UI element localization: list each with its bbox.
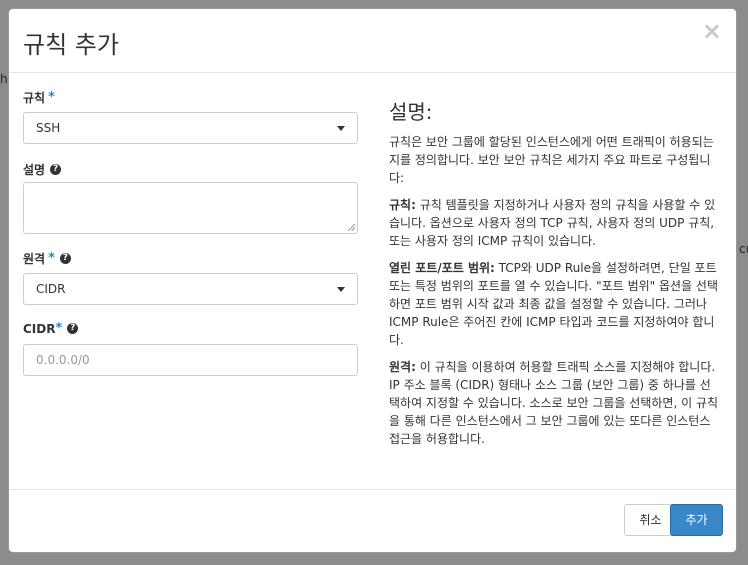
remote-select-value: CIDR	[36, 282, 66, 296]
modal-footer: 취소 추가	[9, 489, 736, 552]
description-label: 설명	[23, 163, 46, 177]
remote-select[interactable]: CIDR	[23, 273, 358, 305]
help-panel: 설명: 규칙은 보안 그룹에 할당된 인스턴스에게 어떤 트래픽이 허용되는지를…	[389, 100, 719, 457]
help-icon[interactable]: ?	[59, 253, 71, 264]
help-rule-paragraph: 규칙: 규칙 템플릿을 지정하거나 사용자 정의 규칙을 사용할 수 있습니다.…	[389, 198, 716, 248]
help-icon[interactable]: ?	[67, 323, 79, 334]
remote-label: 원격	[23, 252, 46, 266]
cidr-field: CIDR * ? 0.0.0.0/0	[23, 321, 358, 376]
help-title: 설명:	[389, 100, 433, 124]
resize-handle-icon[interactable]	[348, 224, 355, 231]
description-textarea[interactable]	[23, 182, 358, 234]
modal-header: 규칙 추가 ×	[9, 9, 736, 73]
background-text-fragment: cu	[739, 242, 748, 256]
cidr-placeholder: 0.0.0.0/0	[36, 353, 90, 367]
description-field: 설명 ?	[23, 161, 358, 234]
remote-field: 원격 * ? CIDR	[23, 250, 358, 305]
cidr-input[interactable]: 0.0.0.0/0	[23, 344, 358, 376]
background-text-fragment: h	[0, 72, 8, 86]
required-marker: *	[48, 251, 55, 266]
caret-down-icon	[337, 287, 345, 292]
help-ports-paragraph: 열린 포트/포트 범위: TCP와 UDP Rule을 설정하려면, 단일 포트…	[389, 261, 719, 347]
close-icon[interactable]: ×	[702, 19, 722, 43]
rule-select[interactable]: SSH	[23, 112, 358, 144]
help-intro: 규칙은 보안 그룹에 할당된 인스턴스에게 어떤 트래픽이 허용되는지를 정의합…	[389, 135, 714, 185]
modal-title: 규칙 추가	[23, 31, 119, 59]
cidr-label: CIDR	[23, 321, 56, 336]
caret-down-icon	[337, 126, 345, 131]
rule-label: 규칙	[23, 91, 46, 105]
rule-select-value: SSH	[36, 121, 61, 135]
required-marker: *	[55, 321, 63, 336]
modal-body: 규칙 * SSH 설명 ? 원격 * ? CIDR CIDR * ? 0.0.0…	[9, 73, 736, 490]
help-icon[interactable]: ?	[50, 164, 62, 175]
add-rule-modal: 규칙 추가 × 규칙 * SSH 설명 ? 원격 * ? CIDR CIDR *…	[8, 8, 737, 553]
required-marker: *	[48, 90, 55, 105]
add-button[interactable]: 추가	[670, 504, 723, 536]
help-remote-paragraph: 원격: 이 규칙을 이용하여 허용할 트래픽 소스를 지정해야 합니다. IP …	[389, 360, 719, 446]
rule-field: 규칙 * SSH	[23, 89, 358, 144]
